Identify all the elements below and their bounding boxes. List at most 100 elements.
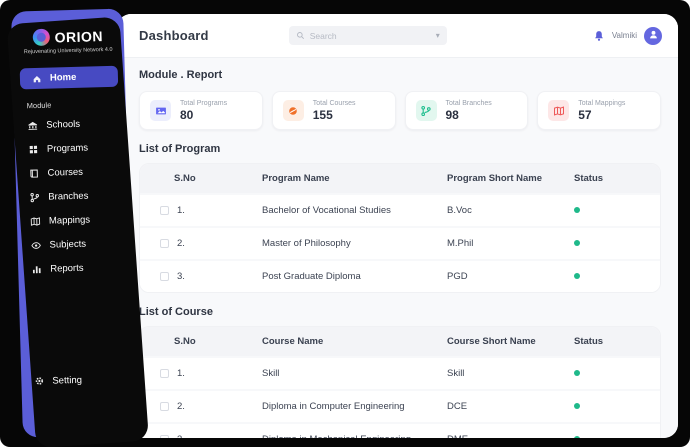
sidebar: ORION Rejuvenating University Network 4.… [11, 8, 135, 438]
content-area: Module . Report Total Programs 80 Total … [117, 58, 678, 438]
main-panel: Dashboard Search ▾ Valmiki Module . Repo… [117, 14, 678, 438]
notifications-bell-icon[interactable] [593, 30, 605, 42]
row-checkbox[interactable] [160, 239, 169, 248]
sidebar-item-label: Schools [46, 118, 81, 131]
avatar[interactable] [644, 26, 662, 45]
stat-card-label: Total Mappings [578, 100, 626, 107]
table-row[interactable]: 3. Diploma in Mechanical Engineering DME [140, 422, 660, 438]
chevron-down-icon[interactable]: ▾ [436, 31, 440, 40]
stat-card-value: 80 [180, 108, 194, 122]
breadcrumb: Module . Report [139, 69, 223, 81]
column-header: Program Short Name [447, 173, 543, 184]
image-icon [150, 100, 171, 121]
map-icon [30, 215, 41, 226]
cell-name: Post Graduate Diploma [262, 271, 361, 282]
data-table: S.No Program Name Program Short Name Sta… [139, 163, 661, 293]
cell-sno: 1. [177, 368, 185, 379]
cell-short-name: B.Voc [447, 205, 472, 216]
logo-tagline: Rejuvenating University Network 4.0 [23, 46, 113, 56]
table-row[interactable]: 2. Master of Philosophy M.Phil [140, 226, 660, 259]
chart-icon [31, 263, 42, 274]
cell-short-name: M.Phil [447, 238, 474, 249]
stat-card-label: Total Programs [180, 100, 228, 107]
logo: ORION [12, 27, 124, 47]
column-header: S.No [174, 336, 196, 347]
sidebar-item-setting[interactable]: Setting [21, 366, 134, 393]
cell-sno: 1. [177, 205, 185, 216]
stat-card-label: Total Courses [312, 100, 356, 107]
cell-sno: 2. [177, 238, 185, 249]
sidebar-item-programs[interactable]: Programs [15, 134, 128, 161]
status-dot [574, 273, 580, 279]
stat-card-value: 98 [445, 108, 459, 122]
gear-icon [34, 376, 44, 386]
table-row[interactable]: 3. Post Graduate Diploma PGD [140, 259, 660, 292]
row-checkbox[interactable] [160, 206, 169, 215]
column-header: Program Name [262, 173, 330, 184]
eye-icon [30, 239, 41, 250]
sidebar-item-mappings[interactable]: Mappings [17, 206, 130, 233]
logo-text: ORION [54, 27, 104, 45]
sidebar-item-label: Programs [46, 142, 89, 155]
map-icon [548, 100, 570, 121]
stat-card: Total Mappings 57 [537, 91, 661, 130]
sidebar-item-label: Courses [47, 166, 84, 179]
row-checkbox[interactable] [160, 272, 169, 281]
sidebar-item-label: Subjects [49, 238, 87, 251]
cell-name: Diploma in Computer Engineering [262, 401, 405, 412]
cell-status [574, 271, 660, 282]
sidebar-item-subjects[interactable]: Subjects [17, 230, 130, 257]
status-dot [574, 207, 580, 213]
sidebar-section-label: Module [26, 100, 52, 111]
cell-short-name: Skill [447, 368, 465, 379]
disc-icon [282, 100, 304, 121]
home-icon [32, 73, 42, 83]
sidebar-item-label: Setting [52, 374, 83, 387]
column-header: Status [574, 336, 604, 347]
cell-status [574, 401, 660, 412]
page-title: Dashboard [139, 28, 209, 43]
table-section: List of Program S.No Program Name Progra… [139, 143, 661, 293]
sidebar-item-schools[interactable]: Schools [14, 110, 127, 137]
stat-cards-row: Total Programs 80 Total Courses 155 Tota… [139, 91, 661, 130]
search-placeholder: Search [309, 30, 337, 41]
sidebar-item-home[interactable]: Home [19, 65, 119, 90]
table-body: 1. Skill Skill 2. Diploma in Computer En… [140, 356, 660, 438]
sidebar-item-label: Branches [48, 190, 89, 203]
sidebar-item-label: Reports [50, 262, 84, 275]
search-input[interactable]: Search ▾ [288, 26, 447, 45]
stat-card-value: 57 [578, 108, 592, 122]
topbar-right: Valmiki [593, 26, 662, 45]
cell-short-name: PGD [447, 271, 468, 282]
cell-status [574, 434, 660, 438]
sidebar-item-courses[interactable]: Courses [15, 158, 128, 185]
table-row[interactable]: 1. Skill Skill [140, 356, 660, 389]
column-header: S.No [174, 173, 196, 184]
grid-icon [28, 143, 39, 154]
row-checkbox[interactable] [160, 369, 169, 378]
table-row[interactable]: 1. Bachelor of Vocational Studies B.Voc [140, 193, 660, 226]
stat-card-value: 155 [312, 108, 333, 122]
sidebar-nav: Schools Programs Courses Branches Mappin… [14, 110, 131, 281]
row-checkbox[interactable] [160, 402, 169, 411]
cell-name: Skill [262, 368, 280, 379]
school-icon [27, 119, 38, 130]
sidebar-item-reports[interactable]: Reports [18, 254, 131, 281]
cell-name: Diploma in Mechanical Engineering [262, 434, 447, 438]
table-row[interactable]: 2. Diploma in Computer Engineering DCE [140, 389, 660, 422]
sidebar-item-label: Home [49, 71, 77, 84]
section-title: List of Program [139, 143, 221, 155]
table-section: List of Course S.No Course Name Course S… [139, 306, 661, 438]
stat-card: Total Courses 155 [271, 91, 396, 130]
sidebar-footer: Setting [21, 366, 134, 393]
cell-sno: 3. [177, 434, 185, 438]
sidebar-item-branches[interactable]: Branches [16, 182, 129, 209]
status-dot [574, 240, 580, 246]
branch-icon [29, 191, 40, 202]
cell-short-name: DME [447, 434, 574, 438]
stat-card-label: Total Branches [445, 100, 492, 107]
cell-short-name: DCE [447, 401, 468, 412]
cell-name: Master of Philosophy [262, 238, 351, 249]
status-dot [574, 370, 580, 376]
row-checkbox[interactable] [160, 435, 169, 438]
